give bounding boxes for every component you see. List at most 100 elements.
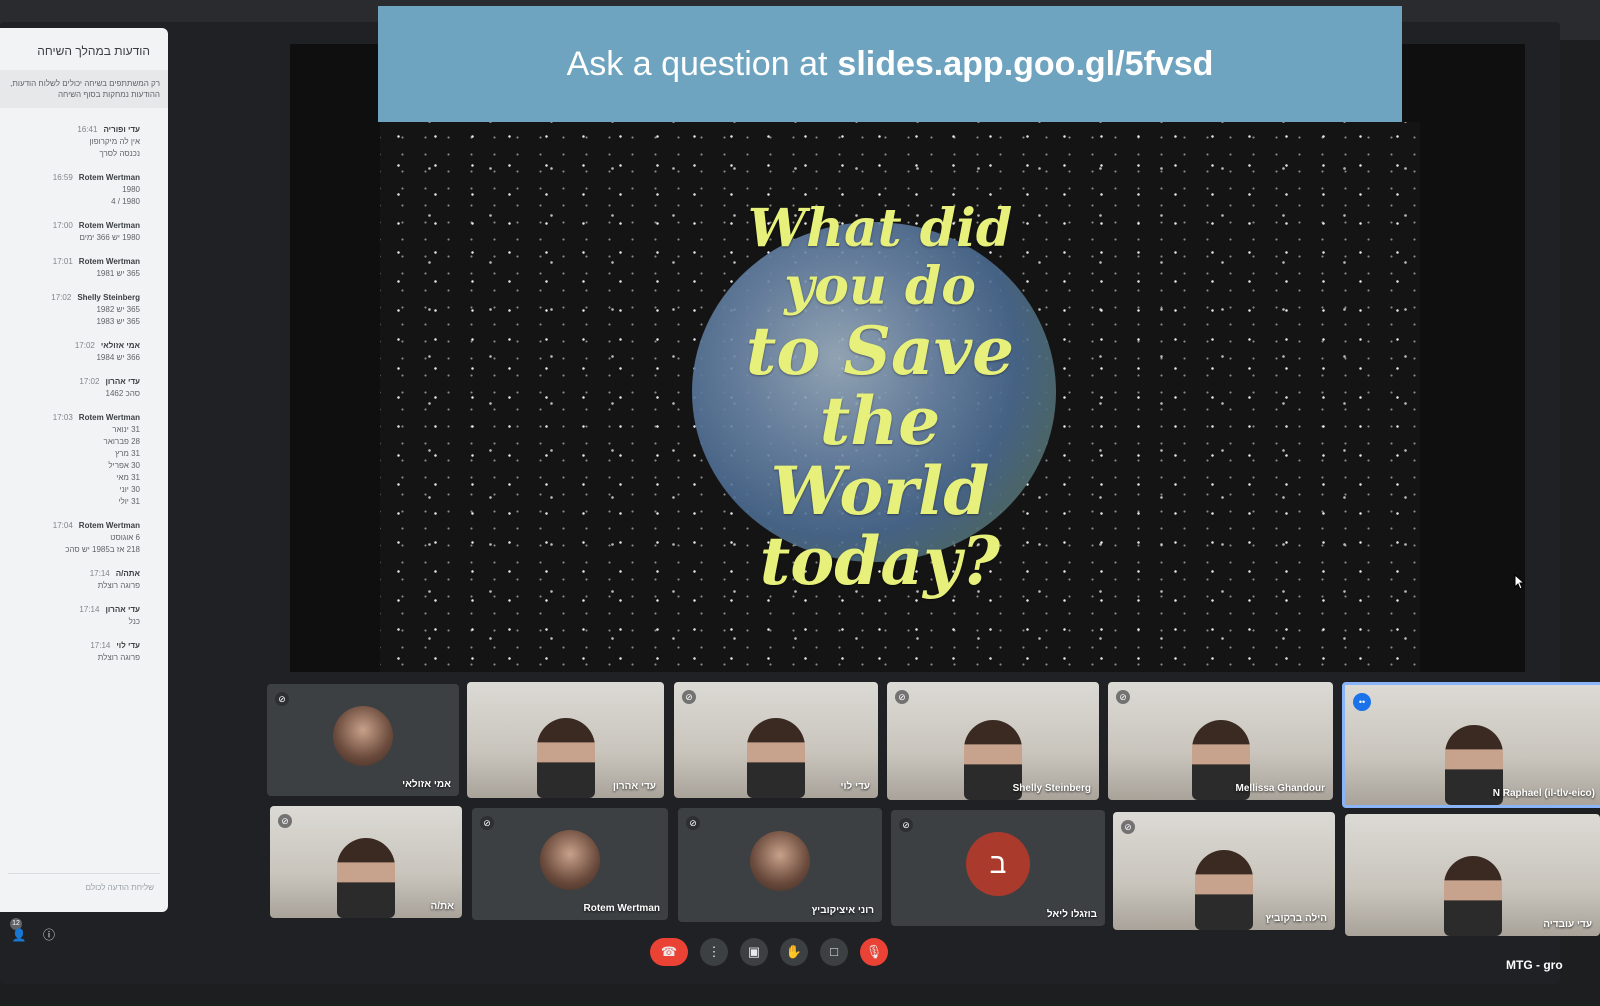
people-icon[interactable]: 👤 bbox=[10, 926, 28, 944]
camera-button[interactable]: □ bbox=[820, 938, 848, 966]
participant-tile[interactable]: ⊘ הילה ברקוביץ bbox=[1113, 812, 1335, 930]
chat-message: Rotem Wertman 17:03 31 ינואר 28 פברואר 31 מר… bbox=[0, 406, 168, 514]
mic-off-icon: ⊘ bbox=[480, 816, 494, 830]
participant-video bbox=[1443, 856, 1502, 936]
chat-sender: אתה/ה bbox=[115, 569, 140, 578]
chat-message-text: 365 יש 1983 bbox=[96, 317, 140, 326]
mic-off-icon: ⊘ bbox=[1116, 690, 1130, 704]
avatar bbox=[750, 831, 810, 891]
participant-tile[interactable]: ב ⊘ בוזגלו ליאל bbox=[891, 810, 1105, 926]
chat-message-list: עדי ופוריה 16:41 אין לה מיקרופון נכנסה לסרך… bbox=[0, 118, 168, 670]
chat-time: 17:02 bbox=[74, 341, 95, 350]
participant-tile[interactable]: עדי אהרון bbox=[467, 682, 664, 798]
chat-time: 17:03 bbox=[52, 413, 73, 422]
chat-message-text: סהכ 1462 bbox=[105, 389, 140, 398]
call-controls: ☎ ⋮ ▣ ✋ □ 🎙 bbox=[650, 934, 888, 970]
participant-name: עדי עובדיה bbox=[1543, 919, 1592, 930]
chat-message: עדי ופוריה 16:41 אין לה מיקרופון נכנסה לסרך bbox=[0, 118, 168, 166]
participant-tile[interactable]: ⊘ אמי אזולאי bbox=[267, 684, 459, 796]
chat-message-header: Rotem Wertman 17:04 bbox=[8, 520, 140, 532]
mic-off-icon: ⊘ bbox=[1121, 820, 1135, 834]
chat-message-text: פרוגה רוצלת bbox=[97, 653, 140, 662]
chat-message-text: 30 אפריל bbox=[108, 461, 140, 470]
chat-message-text: כנל bbox=[128, 617, 140, 626]
chat-sender: עדי אהרון bbox=[105, 605, 140, 614]
chat-message-text: 31 מאי bbox=[116, 473, 140, 482]
chat-sender: Rotem Wertman bbox=[78, 521, 140, 530]
chat-input[interactable]: שליחת הודעה לכולם bbox=[8, 873, 160, 902]
bottom-left-controls: 👤 ⓘ bbox=[10, 926, 58, 944]
mic-off-button[interactable]: 🎙 bbox=[860, 938, 888, 966]
chat-time: 17:14 bbox=[89, 569, 110, 578]
chat-message-text: 218 אז ב1985 יש סהכ bbox=[65, 545, 140, 554]
participant-tile[interactable]: עדי עובדיה bbox=[1345, 814, 1600, 936]
chat-message-header: עדי אהרון 17:02 bbox=[8, 376, 140, 388]
mic-off-icon: ⊘ bbox=[899, 818, 913, 832]
chat-message: עדי לוי 17:14 פרוגה רוצלת bbox=[0, 634, 168, 670]
chat-time: 17:01 bbox=[52, 257, 73, 266]
chat-message: עדי אהרון 17:02 סהכ 1462 bbox=[0, 370, 168, 406]
chat-message-text: 6 אוגוסט bbox=[110, 533, 140, 542]
chat-message: אתה/ה 17:14 פרוגה רוצלת bbox=[0, 562, 168, 598]
chat-message-header: עדי ופוריה 16:41 bbox=[8, 124, 140, 136]
chat-message-text: 31 יולי bbox=[118, 497, 140, 506]
participant-name: רוני איציקוביץ bbox=[811, 905, 874, 916]
participant-tile[interactable]: ⊘ Rotem Wertman bbox=[472, 808, 668, 920]
chat-notice: רק המשתתפים בשיחה יכולים לשלוח הודעות, ה… bbox=[0, 70, 168, 108]
chat-message-header: אמי אזולאי 17:02 bbox=[8, 340, 140, 352]
chat-message-text: 366 יש 1984 bbox=[96, 353, 140, 362]
mic-off-icon: ⊘ bbox=[278, 814, 292, 828]
chat-message-text: פרוגה רוצלת bbox=[97, 581, 140, 590]
chat-sender: עדי אהרון bbox=[105, 377, 140, 386]
chat-sender: Rotem Wertman bbox=[78, 413, 140, 422]
more-options-button[interactable]: ⋮ bbox=[700, 938, 728, 966]
participant-tile[interactable]: ⊘ את/ה bbox=[270, 806, 462, 918]
mic-off-icon: ⊘ bbox=[275, 692, 289, 706]
chat-time: 16:41 bbox=[77, 125, 98, 134]
headline-line: today? bbox=[759, 522, 1001, 600]
mouse-cursor-icon bbox=[1514, 574, 1526, 590]
chat-panel: הודעות במהלך השיחה רק המשתתפים בשיחה יכו… bbox=[0, 28, 168, 912]
participant-video bbox=[747, 718, 805, 798]
chat-sender: Rotem Wertman bbox=[78, 257, 140, 266]
avatar bbox=[333, 706, 393, 766]
chat-message-header: עדי לוי 17:14 bbox=[8, 640, 140, 652]
chat-sender: אמי אזולאי bbox=[100, 341, 140, 350]
present-screen-button[interactable]: ▣ bbox=[740, 938, 768, 966]
chat-message-header: Rotem Wertman 17:00 bbox=[8, 220, 140, 232]
headline-line: you do bbox=[784, 256, 976, 317]
chat-message-text: 30 יוני bbox=[119, 485, 140, 494]
chat-message-text: 31 מרץ bbox=[115, 449, 140, 458]
participant-tile[interactable]: ⊘ Shelly Steinberg bbox=[887, 682, 1099, 800]
chat-message-header: Shelly Steinberg 17:02 bbox=[8, 292, 140, 304]
speaking-indicator-icon: •• bbox=[1353, 693, 1371, 711]
participant-tile[interactable]: ⊘ Mellissa Ghandour bbox=[1108, 682, 1333, 800]
info-icon[interactable]: ⓘ bbox=[40, 926, 58, 944]
participant-name: הילה ברקוביץ bbox=[1265, 913, 1327, 924]
mic-off-icon: ⊘ bbox=[895, 690, 909, 704]
participant-name: Mellissa Ghandour bbox=[1235, 783, 1325, 794]
participant-name: N Raphael (il-tlv-eico) bbox=[1492, 788, 1595, 799]
participant-tile[interactable]: •• N Raphael (il-tlv-eico) bbox=[1342, 682, 1600, 808]
chat-message-header: עדי אהרון 17:14 bbox=[8, 604, 140, 616]
chat-message-text: אין לה מיקרופון bbox=[89, 137, 140, 146]
hang-up-button[interactable]: ☎ bbox=[650, 938, 688, 966]
participant-name: את/ה bbox=[430, 901, 454, 912]
chat-sender: Rotem Wertman bbox=[78, 221, 140, 230]
chat-message: Rotem Wertman 17:01 365 יש 1981 bbox=[0, 250, 168, 286]
headline-line: to Save bbox=[745, 312, 1015, 390]
participant-tile[interactable]: ⊘ עדי לוי bbox=[674, 682, 878, 798]
chat-time: 17:14 bbox=[90, 641, 111, 650]
chat-message-header: אתה/ה 17:14 bbox=[8, 568, 140, 580]
chat-message-text: 31 ינואר bbox=[112, 425, 140, 434]
chat-time: 17:02 bbox=[79, 377, 100, 386]
raise-hand-button[interactable]: ✋ bbox=[780, 938, 808, 966]
chat-message-text: נכנסה לסרך bbox=[99, 149, 140, 158]
chat-sender: עדי ופוריה bbox=[103, 125, 140, 134]
chat-message: Shelly Steinberg 17:02 365 יש 1982 365 יש 1… bbox=[0, 286, 168, 334]
headline-line: the World bbox=[770, 382, 990, 530]
chat-message: אמי אזולאי 17:02 366 יש 1984 bbox=[0, 334, 168, 370]
chat-message-header: Rotem Wertman 17:03 bbox=[8, 412, 140, 424]
participant-tile[interactable]: ⊘ רוני איציקוביץ bbox=[678, 808, 882, 922]
participant-video bbox=[1195, 850, 1253, 930]
